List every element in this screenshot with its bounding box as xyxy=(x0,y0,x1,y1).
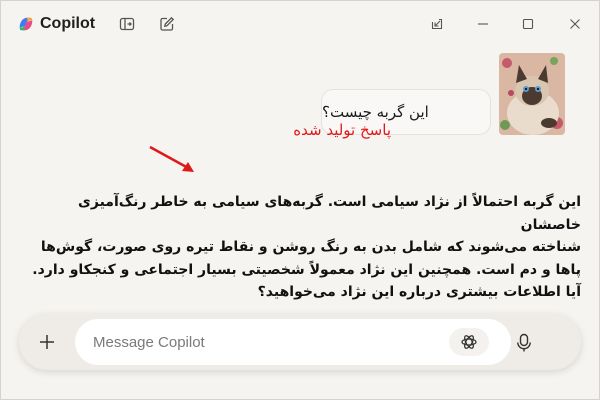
copilot-window: Copilot این گربه چیست؟ پاسخ تولید شده ای… xyxy=(0,0,600,400)
app-title: Copilot xyxy=(40,15,96,32)
new-chat-button[interactable] xyxy=(158,15,176,33)
response-line: پاها و دم است. همچنین این نژاد معمولاً ش… xyxy=(32,261,581,278)
microphone-icon xyxy=(517,333,531,352)
annotation-label: پاسخ تولید شده xyxy=(293,121,391,139)
app-logo: Copilot xyxy=(17,15,95,33)
microphone-button[interactable] xyxy=(509,328,539,358)
sidebar-toggle-button[interactable] xyxy=(118,15,136,33)
cat-photo xyxy=(499,53,565,135)
copilot-logo-icon xyxy=(19,17,33,31)
maximize-icon xyxy=(522,18,534,30)
title-bar: Copilot xyxy=(1,1,599,47)
assistant-response: این گربه احتمالاً از نژاد سیامی است. گرب… xyxy=(27,191,581,304)
message-input[interactable] xyxy=(93,319,423,365)
message-input-container xyxy=(75,319,511,365)
close-icon xyxy=(570,19,580,29)
think-deeper-button[interactable] xyxy=(449,328,489,356)
response-line: این گربه احتمالاً از نژاد سیامی است. گرب… xyxy=(78,194,581,233)
minimize-button[interactable] xyxy=(471,13,495,35)
new-chat-icon xyxy=(160,16,175,31)
maximize-button[interactable] xyxy=(516,13,540,35)
plus-icon xyxy=(40,335,54,349)
sidebar-toggle-icon xyxy=(119,17,135,31)
pop-out-button[interactable] xyxy=(425,13,449,35)
minimize-icon xyxy=(478,23,488,25)
pop-out-icon xyxy=(431,18,443,30)
response-line: آیا اطلاعات بیشتری درباره این نژاد می‌خو… xyxy=(257,284,581,300)
uploaded-cat-image[interactable] xyxy=(499,53,565,135)
user-message-text: این گربه چیست؟ xyxy=(322,103,429,121)
close-button[interactable] xyxy=(563,13,587,35)
response-line: شناخته می‌شوند که شامل بدن به رنگ روشن و… xyxy=(40,239,581,255)
annotation-arrow-icon xyxy=(149,145,194,172)
message-composer xyxy=(19,314,581,370)
add-attachment-button[interactable] xyxy=(33,328,61,356)
think-deeper-icon xyxy=(461,335,477,349)
